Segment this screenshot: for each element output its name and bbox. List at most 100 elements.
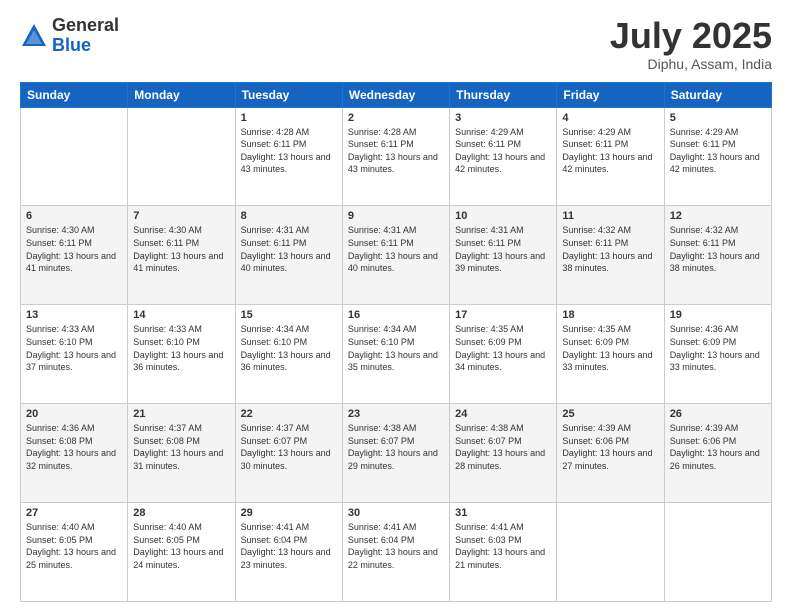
title-block: July 2025 Diphu, Assam, India bbox=[610, 16, 772, 72]
calendar-cell: 17 Sunrise: 4:35 AM Sunset: 6:09 PM Dayli… bbox=[450, 305, 557, 404]
calendar-cell: 15Sunrise: 4:34 AM Sunset: 6:10 PM Dayli… bbox=[235, 305, 342, 404]
day-info: Sunrise: 4:36 AM Sunset: 6:09 PM Dayligh… bbox=[670, 323, 766, 373]
day-info: Sunrise: 4:33 AM Sunset: 6:10 PM Dayligh… bbox=[26, 323, 122, 373]
day-info: Sunrise: 4:38 AM Sunset: 6:07 PM Dayligh… bbox=[455, 422, 551, 472]
calendar-cell: 5Sunrise: 4:29 AM Sunset: 6:11 PM Daylig… bbox=[664, 107, 771, 206]
col-thursday: Thursday bbox=[450, 82, 557, 107]
day-info: Sunrise: 4:30 AM Sunset: 6:11 PM Dayligh… bbox=[26, 224, 122, 274]
day-number: 7 bbox=[133, 210, 229, 222]
col-tuesday: Tuesday bbox=[235, 82, 342, 107]
day-number: 20 bbox=[26, 408, 122, 420]
location-subtitle: Diphu, Assam, India bbox=[610, 56, 772, 72]
col-saturday: Saturday bbox=[664, 82, 771, 107]
day-number: 28 bbox=[133, 507, 229, 519]
col-sunday: Sunday bbox=[21, 82, 128, 107]
day-info: Sunrise: 4:32 AM Sunset: 6:11 PM Dayligh… bbox=[670, 224, 766, 274]
calendar-week-row: 27 Sunrise: 4:40 AM Sunset: 6:05 PM Dayli… bbox=[21, 503, 772, 602]
calendar-cell: 7 Sunrise: 4:30 AM Sunset: 6:11 PM Daylig… bbox=[128, 206, 235, 305]
day-info: Sunrise: 4:28 AM Sunset: 6:11 PM Dayligh… bbox=[348, 126, 444, 176]
month-title: July 2025 bbox=[610, 16, 772, 56]
calendar-cell bbox=[557, 503, 664, 602]
day-number: 30 bbox=[348, 507, 444, 519]
day-number: 24 bbox=[455, 408, 551, 420]
day-number: 17 bbox=[455, 309, 551, 321]
day-number: 18 bbox=[562, 309, 658, 321]
day-number: 29 bbox=[241, 507, 337, 519]
calendar-week-row: 6 Sunrise: 4:30 AM Sunset: 6:11 PM Daylig… bbox=[21, 206, 772, 305]
day-number: 23 bbox=[348, 408, 444, 420]
day-number: 11 bbox=[562, 210, 658, 222]
calendar-cell: 28 Sunrise: 4:40 AM Sunset: 6:05 PM Dayli… bbox=[128, 503, 235, 602]
day-number: 15 bbox=[241, 309, 337, 321]
calendar-cell: 31 Sunrise: 4:41 AM Sunset: 6:03 PM Dayli… bbox=[450, 503, 557, 602]
day-number: 8 bbox=[241, 210, 337, 222]
calendar-cell: 25 Sunrise: 4:39 AM Sunset: 6:06 PM Dayli… bbox=[557, 404, 664, 503]
calendar-week-row: 13Sunrise: 4:33 AM Sunset: 6:10 PM Dayli… bbox=[21, 305, 772, 404]
calendar-cell: 9 Sunrise: 4:31 AM Sunset: 6:11 PM Daylig… bbox=[342, 206, 449, 305]
calendar-cell: 3 Sunrise: 4:29 AM Sunset: 6:11 PM Daylig… bbox=[450, 107, 557, 206]
day-info: Sunrise: 4:34 AM Sunset: 6:10 PM Dayligh… bbox=[348, 323, 444, 373]
calendar-cell: 4 Sunrise: 4:29 AM Sunset: 6:11 PM Daylig… bbox=[557, 107, 664, 206]
calendar-cell: 22Sunrise: 4:37 AM Sunset: 6:07 PM Dayli… bbox=[235, 404, 342, 503]
calendar-cell: 26 Sunrise: 4:39 AM Sunset: 6:06 PM Dayli… bbox=[664, 404, 771, 503]
day-number: 12 bbox=[670, 210, 766, 222]
day-number: 26 bbox=[670, 408, 766, 420]
logo-blue-text: Blue bbox=[52, 36, 119, 56]
day-number: 14 bbox=[133, 309, 229, 321]
day-number: 2 bbox=[348, 112, 444, 124]
calendar-cell bbox=[664, 503, 771, 602]
calendar-cell: 20 Sunrise: 4:36 AM Sunset: 6:08 PM Dayli… bbox=[21, 404, 128, 503]
calendar-cell: 13Sunrise: 4:33 AM Sunset: 6:10 PM Dayli… bbox=[21, 305, 128, 404]
day-info: Sunrise: 4:29 AM Sunset: 6:11 PM Dayligh… bbox=[455, 126, 551, 176]
day-number: 3 bbox=[455, 112, 551, 124]
day-info: Sunrise: 4:31 AM Sunset: 6:11 PM Dayligh… bbox=[241, 224, 337, 274]
logo-general-text: General bbox=[52, 16, 119, 36]
calendar-cell: 8 Sunrise: 4:31 AM Sunset: 6:11 PM Daylig… bbox=[235, 206, 342, 305]
calendar-header-row: Sunday Monday Tuesday Wednesday Thursday… bbox=[21, 82, 772, 107]
day-info: Sunrise: 4:39 AM Sunset: 6:06 PM Dayligh… bbox=[670, 422, 766, 472]
day-number: 5 bbox=[670, 112, 766, 124]
col-friday: Friday bbox=[557, 82, 664, 107]
day-number: 10 bbox=[455, 210, 551, 222]
day-info: Sunrise: 4:35 AM Sunset: 6:09 PM Dayligh… bbox=[455, 323, 551, 373]
day-info: Sunrise: 4:41 AM Sunset: 6:04 PM Dayligh… bbox=[348, 521, 444, 571]
day-info: Sunrise: 4:36 AM Sunset: 6:08 PM Dayligh… bbox=[26, 422, 122, 472]
day-number: 9 bbox=[348, 210, 444, 222]
day-number: 25 bbox=[562, 408, 658, 420]
day-info: Sunrise: 4:40 AM Sunset: 6:05 PM Dayligh… bbox=[133, 521, 229, 571]
day-number: 21 bbox=[133, 408, 229, 420]
day-info: Sunrise: 4:31 AM Sunset: 6:11 PM Dayligh… bbox=[348, 224, 444, 274]
day-info: Sunrise: 4:41 AM Sunset: 6:03 PM Dayligh… bbox=[455, 521, 551, 571]
calendar-week-row: 1Sunrise: 4:28 AM Sunset: 6:11 PM Daylig… bbox=[21, 107, 772, 206]
day-info: Sunrise: 4:38 AM Sunset: 6:07 PM Dayligh… bbox=[348, 422, 444, 472]
calendar-cell: 12 Sunrise: 4:32 AM Sunset: 6:11 PM Dayli… bbox=[664, 206, 771, 305]
logo-icon bbox=[20, 22, 48, 50]
calendar-cell bbox=[21, 107, 128, 206]
day-info: Sunrise: 4:28 AM Sunset: 6:11 PM Dayligh… bbox=[241, 126, 337, 176]
calendar-cell: 1Sunrise: 4:28 AM Sunset: 6:11 PM Daylig… bbox=[235, 107, 342, 206]
day-number: 4 bbox=[562, 112, 658, 124]
logo: General Blue bbox=[20, 16, 119, 56]
day-info: Sunrise: 4:39 AM Sunset: 6:06 PM Dayligh… bbox=[562, 422, 658, 472]
day-info: Sunrise: 4:33 AM Sunset: 6:10 PM Dayligh… bbox=[133, 323, 229, 373]
day-info: Sunrise: 4:37 AM Sunset: 6:07 PM Dayligh… bbox=[241, 422, 337, 472]
logo-text: General Blue bbox=[52, 16, 119, 56]
day-info: Sunrise: 4:29 AM Sunset: 6:11 PM Dayligh… bbox=[562, 126, 658, 176]
col-monday: Monday bbox=[128, 82, 235, 107]
header: General Blue July 2025 Diphu, Assam, Ind… bbox=[20, 16, 772, 72]
day-number: 6 bbox=[26, 210, 122, 222]
day-number: 27 bbox=[26, 507, 122, 519]
day-info: Sunrise: 4:30 AM Sunset: 6:11 PM Dayligh… bbox=[133, 224, 229, 274]
calendar-cell: 2 Sunrise: 4:28 AM Sunset: 6:11 PM Daylig… bbox=[342, 107, 449, 206]
calendar-cell: 19Sunrise: 4:36 AM Sunset: 6:09 PM Dayli… bbox=[664, 305, 771, 404]
calendar-cell: 16 Sunrise: 4:34 AM Sunset: 6:10 PM Dayli… bbox=[342, 305, 449, 404]
calendar-cell: 10Sunrise: 4:31 AM Sunset: 6:11 PM Dayli… bbox=[450, 206, 557, 305]
calendar-cell: 6 Sunrise: 4:30 AM Sunset: 6:11 PM Daylig… bbox=[21, 206, 128, 305]
day-info: Sunrise: 4:41 AM Sunset: 6:04 PM Dayligh… bbox=[241, 521, 337, 571]
calendar-cell: 18Sunrise: 4:35 AM Sunset: 6:09 PM Dayli… bbox=[557, 305, 664, 404]
calendar-cell: 24 Sunrise: 4:38 AM Sunset: 6:07 PM Dayli… bbox=[450, 404, 557, 503]
day-number: 31 bbox=[455, 507, 551, 519]
calendar-week-row: 20 Sunrise: 4:36 AM Sunset: 6:08 PM Dayli… bbox=[21, 404, 772, 503]
calendar-table: Sunday Monday Tuesday Wednesday Thursday… bbox=[20, 82, 772, 602]
day-number: 16 bbox=[348, 309, 444, 321]
